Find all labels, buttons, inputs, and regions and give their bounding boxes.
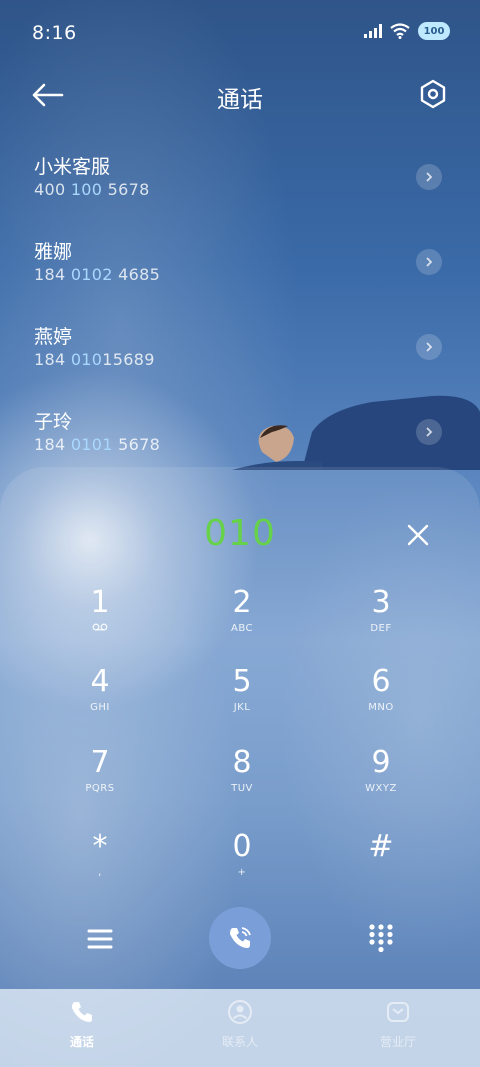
header: 通话 <box>0 70 480 120</box>
status-time: 8:16 <box>32 22 77 44</box>
call-button[interactable] <box>209 907 271 969</box>
key-digit: 5 <box>232 664 252 699</box>
dial-key-4[interactable]: 4 GHI <box>40 664 160 732</box>
number-match-highlight: 010 <box>70 350 103 369</box>
number-match-highlight: 0101 <box>70 435 113 454</box>
contact-number: 184 01015689 <box>34 350 155 369</box>
number-match-highlight: 0102 <box>70 265 113 284</box>
voicemail-icon <box>40 623 160 634</box>
tab-label: 联系人 <box>221 1035 258 1049</box>
key-digit: * <box>92 829 108 864</box>
dial-key-8[interactable]: 8 TUV <box>182 745 302 813</box>
contact-name: 子玲 <box>34 411 73 433</box>
dial-key-star[interactable]: * , <box>40 829 160 897</box>
key-digit: 4 <box>90 664 110 699</box>
contact-item[interactable]: 小米客服 400 100 5678 <box>0 140 480 225</box>
chevron-right-icon[interactable] <box>416 249 442 275</box>
dial-key-7[interactable]: 7 PQRS <box>40 745 160 813</box>
key-letters: , <box>98 867 102 878</box>
dialpad-controls <box>0 907 480 981</box>
key-letters: WXYZ <box>365 783 397 794</box>
dial-key-1[interactable]: 1 <box>40 585 160 653</box>
contact-suggestion-list: 小米客服 400 100 5678 雅娜 184 0102 4685 燕婷 18… <box>0 140 480 480</box>
contact-number: 184 0101 5678 <box>34 435 160 454</box>
dial-key-9[interactable]: 9 WXYZ <box>321 745 441 813</box>
battery-level: 100 <box>423 25 445 37</box>
menu-icon[interactable] <box>86 925 114 953</box>
dial-key-hash[interactable]: # <box>321 829 441 897</box>
tab-label: 营业厅 <box>379 1035 416 1049</box>
bottom-navigation: 通话 联系人 营业厅 <box>0 989 480 1067</box>
key-letters: + <box>237 867 247 878</box>
wifi-icon <box>390 23 410 39</box>
number-part: 5678 <box>112 435 161 454</box>
dial-key-2[interactable]: 2 ABC <box>182 585 302 653</box>
tab-label: 通话 <box>69 1035 94 1049</box>
chevron-right-icon[interactable] <box>416 419 442 445</box>
key-letters: MNO <box>368 702 394 713</box>
number-part: 4685 <box>112 265 161 284</box>
key-digit: # <box>368 829 394 864</box>
key-letters: GHI <box>90 702 110 713</box>
number-part: 5678 <box>102 180 150 199</box>
contact-name: 小米客服 <box>34 156 111 178</box>
key-digit: 1 <box>90 585 110 620</box>
phone-wifi-call-icon <box>230 927 251 948</box>
key-letters: DEF <box>370 623 392 634</box>
contacts-icon <box>228 1000 252 1024</box>
dialpad-panel: 010 1 2 ABC 3 DEF 4 GHI 5 JKL 6 MNO 7 PQ… <box>0 467 480 989</box>
status-bar: 8:16 100 <box>0 0 480 66</box>
contact-name: 燕婷 <box>34 326 73 348</box>
key-letters: JKL <box>233 702 251 713</box>
signal-icon <box>364 24 382 38</box>
dial-key-5[interactable]: 5 JKL <box>182 664 302 732</box>
number-part: 400 <box>34 180 71 199</box>
key-digit: 7 <box>90 745 110 780</box>
dialpad-toggle-icon[interactable] <box>368 923 394 953</box>
key-digit: 9 <box>371 745 391 780</box>
chevron-right-icon[interactable] <box>416 334 442 360</box>
contact-name: 雅娜 <box>34 241 73 263</box>
key-letters: ABC <box>230 623 253 634</box>
tab-contacts[interactable]: 联系人 <box>190 999 290 1050</box>
close-icon[interactable] <box>406 523 430 547</box>
key-digit: 8 <box>232 745 252 780</box>
number-part: 184 <box>34 265 71 284</box>
contact-number: 400 100 5678 <box>34 180 150 199</box>
dial-key-6[interactable]: 6 MNO <box>321 664 441 732</box>
phone-icon <box>72 1002 92 1022</box>
key-digit: 0 <box>232 829 252 864</box>
number-part: 184 <box>34 435 71 454</box>
dial-key-3[interactable]: 3 DEF <box>321 585 441 653</box>
page-title: 通话 <box>217 87 263 113</box>
key-digit: 6 <box>371 664 391 699</box>
key-digit: 2 <box>232 585 252 620</box>
key-letters: TUV <box>231 783 253 794</box>
settings-hexagon-icon[interactable] <box>418 78 448 110</box>
battery-icon: 100 <box>418 22 450 40</box>
service-hall-icon <box>387 1002 409 1022</box>
key-digit: 3 <box>371 585 391 620</box>
key-letters: PQRS <box>85 783 115 794</box>
tab-service-hall[interactable]: 营业厅 <box>348 999 448 1050</box>
contact-item[interactable]: 燕婷 184 01015689 <box>0 310 480 395</box>
contact-item[interactable]: 雅娜 184 0102 4685 <box>0 225 480 310</box>
number-part: 15689 <box>102 350 155 369</box>
number-match-highlight: 100 <box>70 180 103 199</box>
contact-number: 184 0102 4685 <box>34 265 160 284</box>
dial-key-0[interactable]: 0 + <box>182 829 302 897</box>
chevron-right-icon[interactable] <box>416 164 442 190</box>
status-icons: 100 <box>364 22 450 40</box>
tab-calls[interactable]: 通话 <box>32 999 132 1050</box>
number-part: 184 <box>34 350 71 369</box>
